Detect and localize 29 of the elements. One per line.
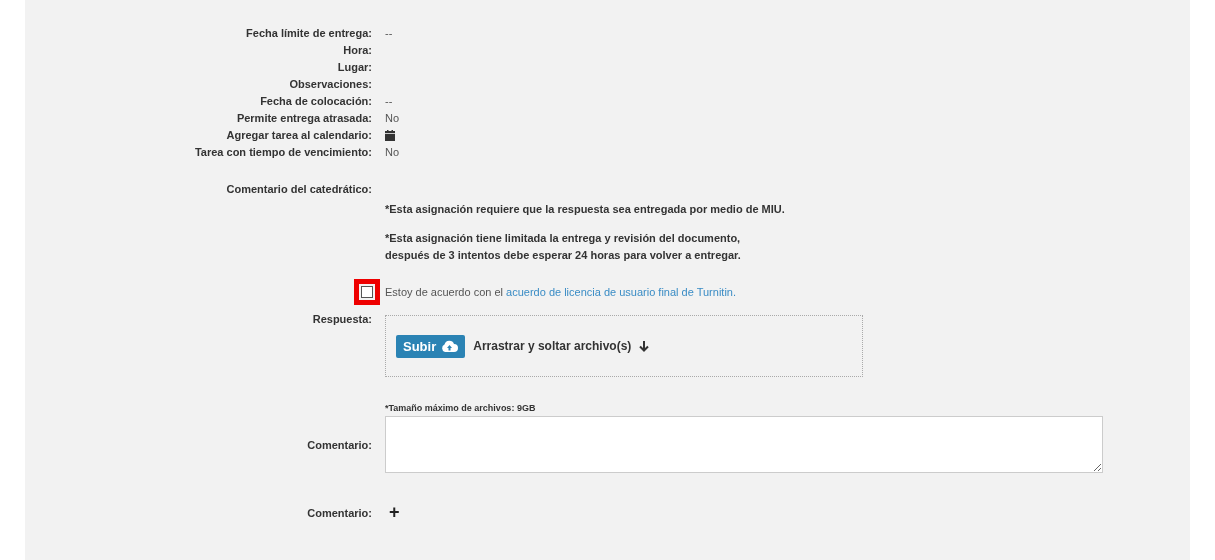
- field-label: Observaciones:: [288, 77, 372, 91]
- size-note: *Tamaño máximo de archivos: 9GB: [385, 403, 537, 413]
- comment-field[interactable]: [385, 416, 1103, 473]
- field-label: Lugar:: [336, 60, 372, 74]
- field-label: Tarea con tiempo de vencimiento:: [193, 145, 372, 159]
- field-label: Agregar tarea al calendario:: [225, 128, 372, 142]
- upload-button[interactable]: Subir: [396, 334, 466, 358]
- agreement-text: Estoy de acuerdo con el acuerdo de licencia de usuario final de Turnitin.: [385, 286, 737, 298]
- field-value: --: [385, 94, 393, 108]
- field-label: Comentario:: [306, 506, 372, 519]
- calendar-icon[interactable]: [385, 129, 395, 141]
- field-label: Comentario del catedrático:: [225, 183, 372, 195]
- arrow-down-icon: [639, 340, 650, 352]
- checkbox[interactable]: [361, 286, 373, 298]
- field-label: Comentario:: [306, 438, 372, 451]
- add-button[interactable]: +: [385, 502, 404, 523]
- cloud-upload-icon: [441, 340, 459, 352]
- field-value: No: [385, 111, 400, 125]
- notice-text: *Esta asignación requiere que la respuesta sea entregada por medio de MIU.: [385, 202, 786, 217]
- field-value: No: [385, 145, 400, 159]
- field-label: Hora:: [342, 43, 372, 57]
- field-label: Permite entrega atrasada:: [235, 111, 372, 125]
- field-label: Respuesta:: [311, 312, 372, 327]
- field-value: --: [385, 26, 393, 40]
- notice-text: *Esta asignación tiene limitada la entrega y revisión del documento, después de 3 intentos debe esperar 24 horas para volver a entregar.: [385, 231, 742, 263]
- drop-hint: Arrastrar y soltar archivo(s): [473, 339, 632, 353]
- field-label: Fecha de colocación:: [259, 94, 372, 108]
- field-label: Fecha límite de entrega:: [245, 26, 372, 40]
- drop-zone[interactable]: Subir Arrastrar y soltar archivo(s): [385, 315, 863, 377]
